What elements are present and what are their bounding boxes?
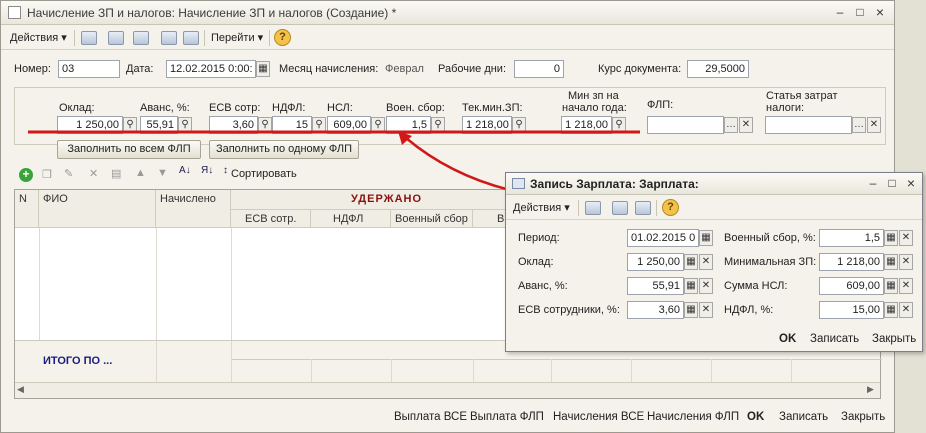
record-dialog: Запись Зарплата: Зарплата: – □ × Действи… <box>505 172 923 352</box>
dialog-actions-menu[interactable]: Действия ▾ <box>513 199 570 217</box>
clear-icon[interactable]: ✕ <box>699 278 713 294</box>
clear-icon[interactable]: ✕ <box>899 230 913 246</box>
dialog-copy-icon[interactable] <box>635 201 651 215</box>
dlg-esv-field[interactable]: 3,60 <box>627 301 684 319</box>
calculator-icon[interactable]: ▦ <box>684 254 698 270</box>
dialog-refresh-icon[interactable] <box>612 201 628 215</box>
calculator-icon[interactable]: ▦ <box>684 302 698 318</box>
dlg-advance-field[interactable]: 55,91 <box>627 277 684 295</box>
dialog-title-bar: Запись Зарплата: Зарплата: – □ × <box>506 173 922 195</box>
calculator-icon[interactable]: ▦ <box>884 278 898 294</box>
period-field[interactable]: 01.02.2015 0 <box>627 229 699 247</box>
dialog-ok-button[interactable]: OK <box>779 333 796 345</box>
period-label: Период: <box>518 232 560 244</box>
calculator-icon[interactable]: ▦ <box>684 278 698 294</box>
dlg-minzp-label: Минимальная ЗП: <box>724 256 817 268</box>
clear-icon[interactable]: ✕ <box>899 254 913 270</box>
dlg-mil-field[interactable]: 1,5 <box>819 229 884 247</box>
toolbar-separator <box>656 200 657 216</box>
toolbar-separator <box>578 200 579 216</box>
arrow-curve <box>405 137 511 192</box>
dialog-title: Запись Зарплата: Зарплата: <box>530 177 699 191</box>
dialog-close-button[interactable]: Закрыть <box>872 333 916 345</box>
clear-icon[interactable]: ✕ <box>699 254 713 270</box>
dlg-esv-label: ЕСВ сотрудники, %: <box>518 304 620 316</box>
calculator-icon[interactable]: ▦ <box>884 254 898 270</box>
calculator-icon[interactable]: ▦ <box>884 302 898 318</box>
dlg-nsl-label: Сумма НСЛ: <box>724 280 788 292</box>
dlg-ndfl-label: НДФЛ, %: <box>724 304 774 316</box>
calculator-icon[interactable]: ▦ <box>884 230 898 246</box>
dlg-advance-label: Аванс, %: <box>518 280 568 292</box>
dialog-save-button[interactable]: Записать <box>810 333 859 345</box>
dialog-save-icon[interactable] <box>585 201 601 215</box>
dialog-help-icon[interactable]: ? <box>662 199 679 216</box>
dialog-min-icon[interactable]: – <box>866 176 880 190</box>
dlg-nsl-field[interactable]: 609,00 <box>819 277 884 295</box>
clear-icon[interactable]: ✕ <box>899 278 913 294</box>
dlg-salary-field[interactable]: 1 250,00 <box>627 253 684 271</box>
clear-icon[interactable]: ✕ <box>699 302 713 318</box>
dialog-toolbar: Действия ▾ ? <box>506 196 922 220</box>
dlg-mil-label: Военный сбор, %: <box>724 232 816 244</box>
dlg-ndfl-field[interactable]: 15,00 <box>819 301 884 319</box>
dlg-salary-label: Оклад: <box>518 256 554 268</box>
dialog-icon <box>512 178 525 189</box>
dialog-max-icon[interactable]: □ <box>885 176 899 190</box>
calendar-icon[interactable]: ▦ <box>699 230 713 246</box>
dlg-minzp-field[interactable]: 1 218,00 <box>819 253 884 271</box>
clear-icon[interactable]: ✕ <box>899 302 913 318</box>
dialog-close-icon[interactable]: × <box>904 176 918 190</box>
